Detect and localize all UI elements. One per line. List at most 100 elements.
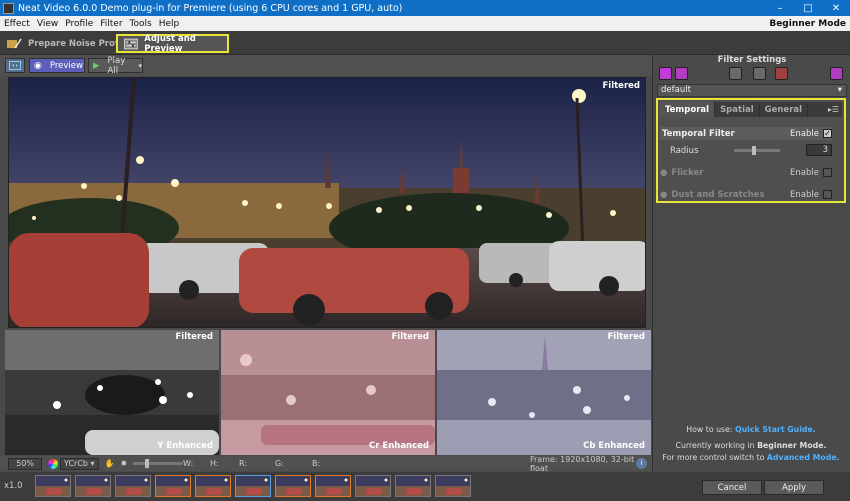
timeline-thumbnail[interactable]	[315, 475, 351, 497]
filter-settings-panel: Filter Settings default ▾ Temporal Spati…	[652, 55, 850, 471]
b-label: B:	[312, 459, 321, 468]
save-preset-icon[interactable]	[675, 67, 688, 80]
speed-label: x1.0	[4, 481, 23, 491]
quick-start-link[interactable]: Quick Start Guide.	[735, 425, 816, 434]
sun-icon[interactable]: ✹	[121, 459, 128, 468]
timeline-thumbnail[interactable]	[395, 475, 431, 497]
timeline-thumbnail[interactable]	[195, 475, 231, 497]
temporal-filter-row: Temporal Filter Enable ✓	[660, 127, 832, 140]
y-panel-bottom-label: Y Enhanced	[157, 441, 213, 451]
menu-help[interactable]: Help	[155, 19, 183, 29]
reset-icon[interactable]	[775, 67, 788, 80]
cb-panel-bottom-label: Cb Enhanced	[583, 441, 645, 451]
title-bar: Neat Video 6.0.0 Demo plug-in for Premie…	[0, 0, 850, 16]
temporal-enable-checkbox[interactable]: ✓	[823, 129, 832, 138]
fit-screen-icon	[9, 61, 21, 70]
radius-slider[interactable]	[734, 146, 780, 155]
cancel-button[interactable]: Cancel	[702, 480, 762, 495]
timeline-thumbnail[interactable]	[155, 475, 191, 497]
timeline-thumbnail[interactable]	[75, 475, 111, 497]
radius-value[interactable]: 3	[806, 144, 832, 156]
brightness-slider-thumb[interactable]	[145, 459, 150, 468]
tab-adjust-and-preview[interactable]: Adjust and Preview	[116, 34, 229, 54]
maximize-button[interactable]: □	[794, 0, 822, 16]
flicker-label: Flicker	[671, 167, 704, 178]
load-preset-icon[interactable]	[659, 67, 672, 80]
cb-channel-preview[interactable]: Filtered Cb Enhanced	[437, 330, 651, 455]
menu-bar: Effect View Profile Filter Tools Help Be…	[0, 16, 850, 31]
apply-button[interactable]: Apply	[764, 480, 824, 495]
color-wheel-icon	[48, 458, 58, 469]
timeline-thumbnail[interactable]	[275, 475, 311, 497]
help-working-in: Currently working in	[675, 441, 755, 450]
play-all-label: Play All	[107, 55, 126, 76]
dropdown-arrow-icon[interactable]: ▾	[138, 62, 142, 70]
night-city-image	[9, 78, 645, 327]
timeline-thumbnail[interactable]	[35, 475, 71, 497]
mode-indicator: Beginner Mode	[769, 18, 846, 29]
sliders-icon	[124, 38, 139, 49]
help-working-mode: Beginner Mode.	[757, 441, 827, 450]
app-icon	[3, 2, 14, 14]
zoom-select[interactable]: 50%	[8, 457, 42, 470]
timeline-thumbnail[interactable]	[235, 475, 271, 497]
dust-enable-label: Enable	[790, 189, 819, 200]
preset-select[interactable]: default ▾	[657, 84, 847, 97]
frame-info: Frame: 1920x1080, 32-bit float	[530, 454, 635, 473]
menu-profile[interactable]: Profile	[61, 19, 96, 29]
cr-panel-top-label: Filtered	[391, 332, 429, 342]
viewer-status-bar: 50% YCrCb ▾ ✋ ✹ W: H: R: G: B: Frame: 19…	[0, 454, 652, 473]
tab-general[interactable]: General	[760, 102, 809, 117]
minimize-button[interactable]: –	[766, 0, 794, 16]
help-text: How to use: Quick Start Guide. Currently…	[652, 424, 850, 464]
y-channel-preview[interactable]: Filtered Y Enhanced	[5, 330, 219, 455]
brightness-slider[interactable]	[133, 459, 184, 468]
play-icon: ▶	[93, 60, 100, 71]
cr-channel-image	[221, 330, 435, 455]
dust-enable-checkbox[interactable]	[823, 190, 832, 199]
settings-tool-icon-2[interactable]	[753, 67, 766, 80]
main-preview[interactable]: Filtered	[8, 77, 646, 328]
timeline-thumbnail[interactable]	[435, 475, 471, 497]
tabs-menu-icon[interactable]: ▸☰	[825, 102, 842, 117]
menu-effect[interactable]: Effect	[0, 19, 33, 29]
eye-icon: ◉	[34, 60, 42, 71]
timeline-thumbnail[interactable]	[115, 475, 151, 497]
preview-button[interactable]: ◉ Preview	[29, 58, 85, 73]
cr-channel-preview[interactable]: Filtered Cr Enhanced	[221, 330, 435, 455]
tab-spatial[interactable]: Spatial	[715, 102, 760, 117]
window-title: Neat Video 6.0.0 Demo plug-in for Premie…	[18, 2, 403, 14]
close-button[interactable]: ✕	[822, 0, 850, 16]
about-icon[interactable]	[830, 67, 843, 80]
advanced-mode-link[interactable]: Advanced Mode.	[767, 453, 840, 462]
help-more-control: For more control switch to	[662, 453, 765, 462]
menu-filter[interactable]: Filter	[96, 19, 125, 29]
main-filtered-label: Filtered	[602, 81, 640, 91]
dust-row: ● Dust and Scratches Enable	[660, 188, 832, 201]
preset-dropdown-icon: ▾	[837, 85, 842, 95]
help-how-to: How to use:	[686, 425, 733, 434]
y-channel-image	[5, 330, 219, 455]
tab-prepare-noise-profile[interactable]: Prepare Noise Profile	[6, 34, 130, 53]
flicker-row: ● Flicker Enable	[660, 166, 832, 179]
flicker-enable-checkbox[interactable]	[823, 168, 832, 177]
radius-row: Radius 3	[660, 144, 832, 157]
preview-label: Preview	[49, 60, 83, 71]
stage-tabs: Prepare Noise Profile Adjust and Preview	[0, 31, 850, 55]
cb-channel-image	[437, 330, 651, 455]
menu-view[interactable]: View	[33, 19, 61, 29]
timeline-thumbnail[interactable]	[355, 475, 391, 497]
flicker-enable-label: Enable	[790, 167, 819, 178]
fit-view-button[interactable]	[5, 58, 25, 73]
color-space-select[interactable]: YCrCb ▾	[60, 457, 99, 470]
play-all-button[interactable]: ▶ Play All ▾	[88, 55, 143, 76]
hand-tool-icon[interactable]: ✋	[105, 459, 115, 468]
h-label: H:	[210, 459, 219, 468]
filter-tabs: Temporal Spatial General ▸☰	[660, 102, 842, 117]
radius-slider-thumb[interactable]	[752, 146, 756, 155]
menu-tools[interactable]: Tools	[126, 19, 155, 29]
settings-tool-icon-1[interactable]	[729, 67, 742, 80]
info-icon[interactable]: i	[636, 458, 647, 469]
flicker-dot-icon: ●	[660, 167, 668, 178]
tab-temporal[interactable]: Temporal	[660, 102, 716, 117]
